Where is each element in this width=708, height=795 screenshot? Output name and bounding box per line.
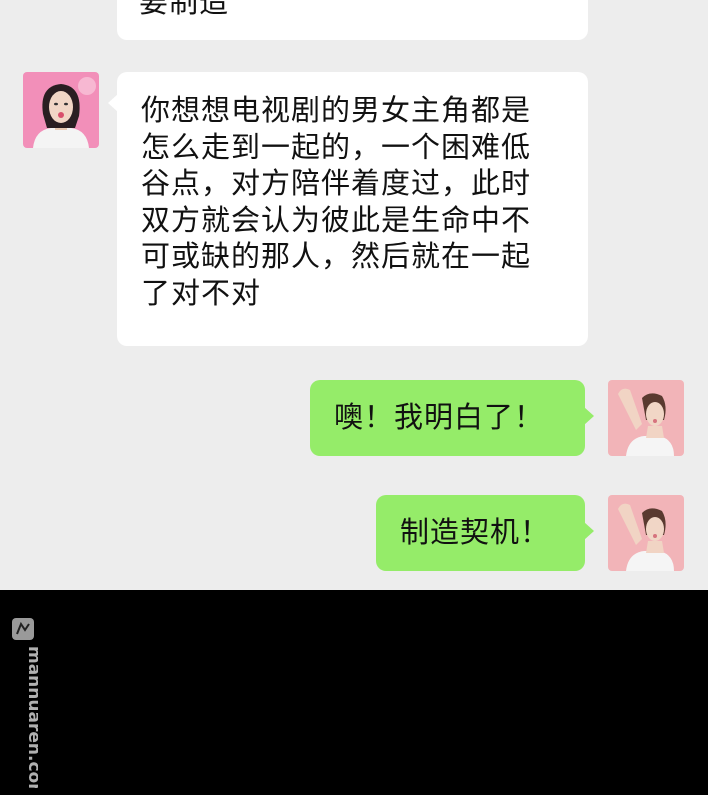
message-text: 制造契机！ (400, 515, 551, 549)
black-footer (0, 590, 708, 795)
message-bubble[interactable]: 你想想电视剧的男女主角都是 怎么走到一起的，一个困难低 谷点，对方陪伴着度过，此… (108, 72, 588, 346)
bubble-tail (584, 407, 594, 425)
contact-avatar-left[interactable] (23, 72, 99, 148)
woman-arm-raised-avatar-icon (608, 380, 684, 456)
bubble-tail (584, 522, 594, 540)
message-text: 你想想电视剧的男女主角都是 怎么走到一起的，一个困难低 谷点，对方陪伴着度过，此… (141, 93, 532, 310)
chat-area: 要制造 你想想电视剧的男女主角都是 怎么走到一起的，一个困难低 谷点，对方陪伴着… (0, 0, 708, 590)
self-avatar[interactable] (608, 495, 684, 571)
message-text: 要制造 (139, 0, 230, 19)
self-avatar[interactable] (608, 380, 684, 456)
watermark-text: manhuaren.com (24, 646, 38, 788)
message-bubble-partial[interactable]: 要制造 (117, 0, 588, 40)
bubble-tail (108, 94, 118, 112)
message-bubble-sent[interactable]: 制造契机！ (376, 495, 594, 571)
message-text: 噢！我明白了！ (334, 400, 545, 434)
woman-arm-raised-avatar-icon (608, 495, 684, 571)
message-bubble-sent[interactable]: 噢！我明白了！ (310, 380, 594, 456)
watermark-logo: manhuaren.com (12, 618, 38, 788)
woman-avatar-icon (23, 72, 99, 148)
